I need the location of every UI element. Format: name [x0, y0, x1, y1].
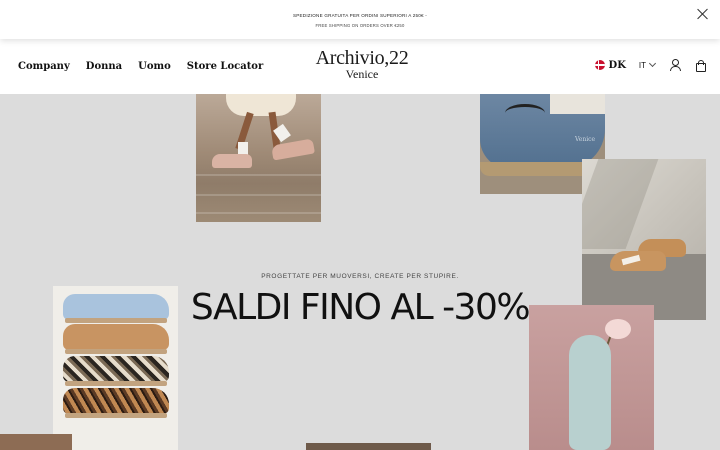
denmark-flag-icon[interactable]	[594, 60, 605, 70]
legs-on-steps-photo[interactable]	[196, 94, 321, 222]
main-nav: Company Donna Uomo Store Locator	[18, 61, 263, 72]
language-selector[interactable]: IT	[639, 61, 646, 70]
mint-sneaker-flower-photo[interactable]	[529, 305, 654, 450]
nav-store-locator[interactable]: Store Locator	[187, 61, 263, 72]
country-selector[interactable]: DK	[609, 60, 626, 71]
hero-tagline: PROGETTATE PER MUOVERSI, CREATE PER STUP…	[261, 273, 459, 280]
site-logo[interactable]: Archivio,22 Venice	[312, 48, 412, 80]
partial-photo-left[interactable]	[0, 434, 72, 450]
close-icon[interactable]	[696, 7, 710, 21]
logo-brand: Archivio,22	[315, 47, 409, 69]
hero-headline[interactable]: SALDI FINO AL -30%	[180, 289, 540, 326]
site-header: Company Donna Uomo Store Locator Archivi…	[0, 39, 720, 94]
announcement-line-en: FREE SHIPPING ON ORDERS OVER €250	[315, 23, 405, 28]
cart-icon[interactable]	[695, 59, 706, 72]
nav-donna[interactable]: Donna	[86, 61, 122, 72]
logo-city: Venice	[345, 67, 379, 81]
product-brand-text: Venice	[575, 136, 596, 143]
announcement-line-it: SPEDIZIONE GRATUITA PER ORDINI SUPERIORI…	[293, 13, 427, 18]
nav-uomo[interactable]: Uomo	[138, 61, 171, 72]
chevron-down-icon[interactable]	[648, 59, 657, 68]
header-tools: DK IT	[594, 59, 706, 72]
tan-sneakers-photo[interactable]	[582, 159, 706, 320]
announcement-bar: SPEDIZIONE GRATUITA PER ORDINI SUPERIORI…	[0, 0, 720, 39]
nav-company[interactable]: Company	[18, 61, 70, 72]
stacked-sneakers-photo[interactable]	[53, 286, 178, 450]
account-icon[interactable]	[669, 59, 681, 71]
partial-photo-bottom[interactable]	[306, 443, 431, 450]
